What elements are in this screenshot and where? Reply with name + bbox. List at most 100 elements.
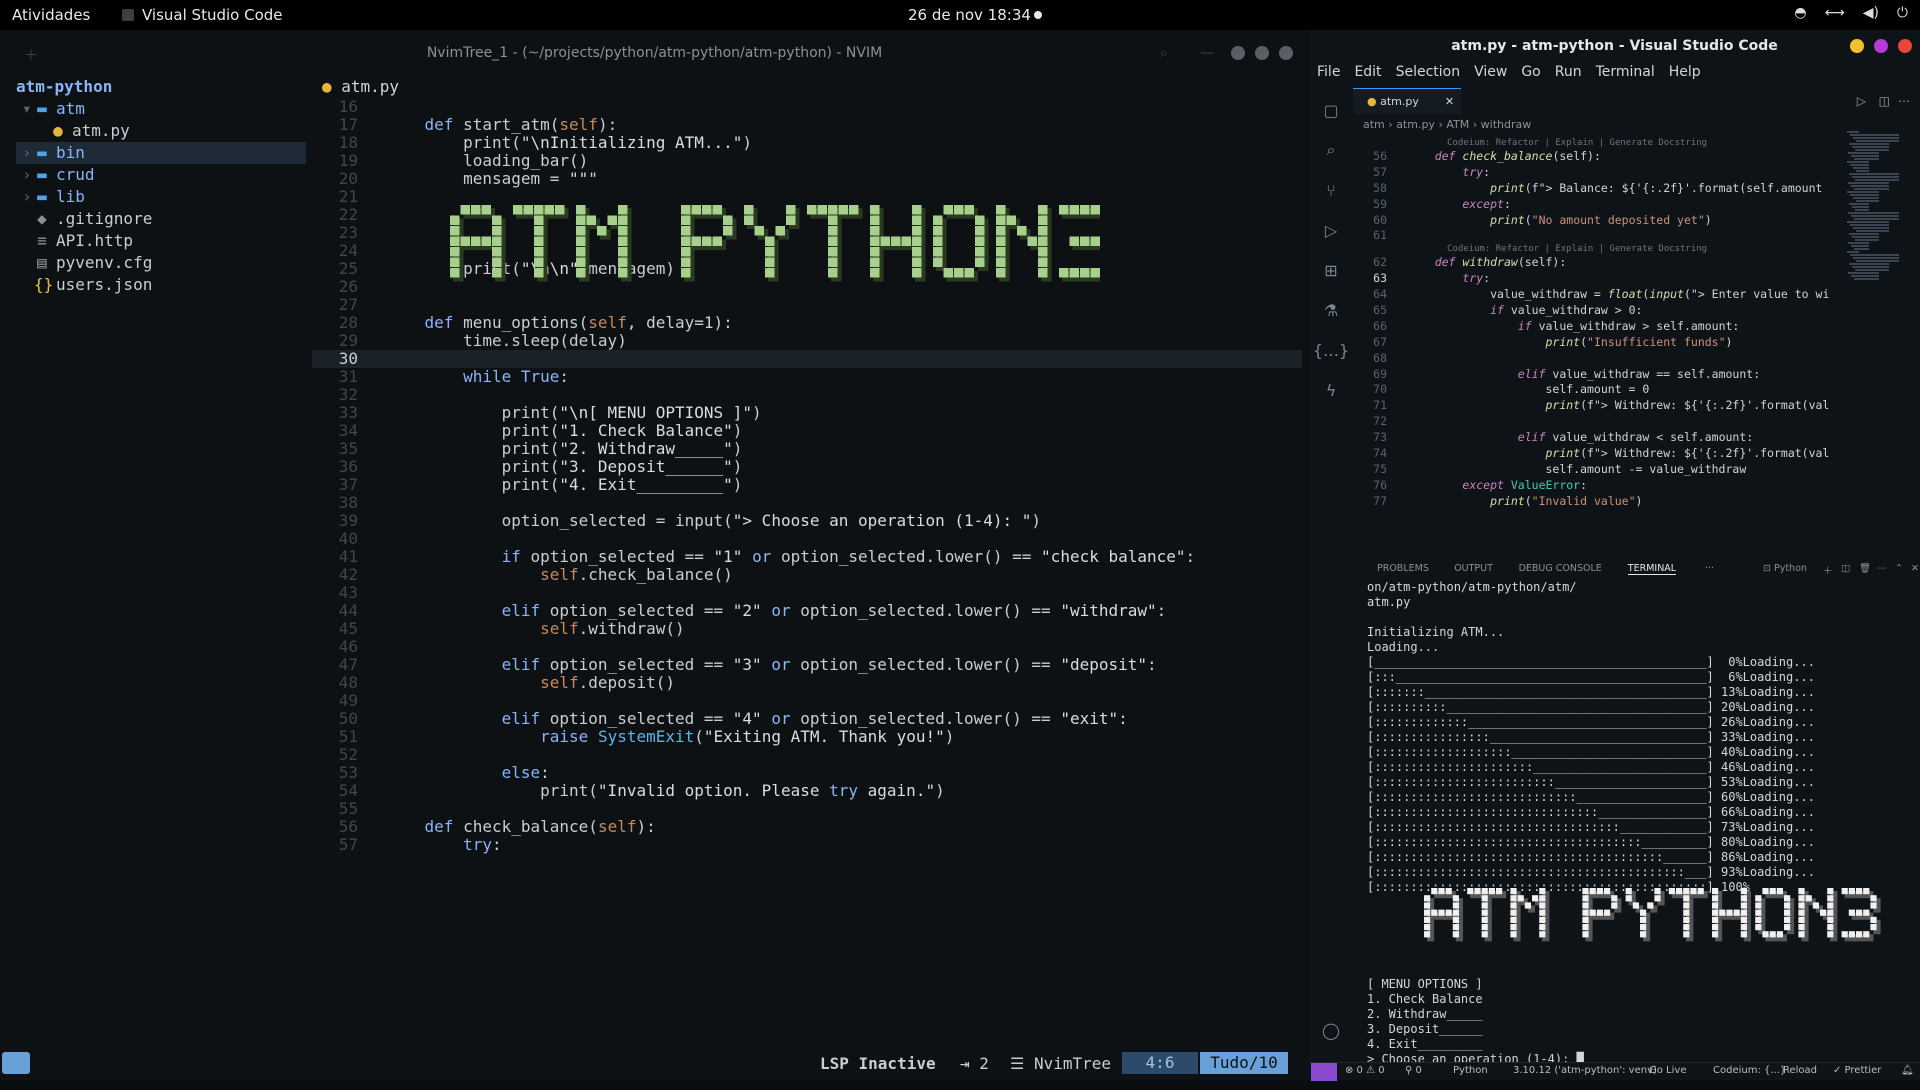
code-line[interactable]: 29 time.sleep(delay) [312, 332, 1302, 350]
code-line[interactable]: 32 [312, 386, 1302, 404]
split-terminal-icon[interactable]: ◫ [1841, 563, 1850, 574]
panel-tab[interactable]: TERMINAL [1627, 563, 1677, 575]
kill-terminal-icon[interactable]: 🗑︎ [1859, 563, 1871, 574]
close-button[interactable] [1279, 46, 1293, 60]
code-line[interactable]: 77 print("Invalid value") [1353, 494, 1873, 510]
tree-item[interactable]: ▾ ▬ atm [16, 98, 306, 120]
search-icon[interactable]: ⌕ [1160, 45, 1168, 61]
code-line[interactable]: 62 def withdraw(self): [1353, 255, 1873, 271]
code-line[interactable]: 58 print(f"> Balance: ${'{:.2f}'.format(… [1353, 181, 1873, 197]
code-line[interactable]: 27 [312, 296, 1302, 314]
code-line[interactable]: 52 [312, 746, 1302, 764]
remote-indicator[interactable] [1311, 1063, 1337, 1081]
code-line[interactable]: 55 [312, 800, 1302, 818]
menu-file[interactable]: File [1317, 64, 1340, 80]
code-line[interactable]: 57 try: [1353, 165, 1873, 181]
terminal-profile[interactable]: ⊡ Python [1763, 563, 1807, 574]
code-line[interactable]: 35 print("2. Withdraw_____") [312, 440, 1302, 458]
code-line[interactable]: 33 print("\n[ MENU OPTIONS ]") [312, 404, 1302, 422]
language-mode[interactable]: Python [1453, 1065, 1488, 1076]
code-line[interactable]: 41 if option_selected == "1" or option_s… [312, 548, 1302, 566]
discord-icon[interactable]: ◓ [1794, 5, 1806, 21]
codeium-status[interactable]: Codeium: {...} [1713, 1065, 1786, 1076]
code-line[interactable]: 50 elif option_selected == "4" or option… [312, 710, 1302, 728]
panel-tab[interactable]: PROBLEMS [1377, 563, 1429, 574]
code-line[interactable]: 44 elif option_selected == "2" or option… [312, 602, 1302, 620]
close-button[interactable] [1898, 39, 1912, 53]
close-tab-icon[interactable]: ✕ [1445, 95, 1454, 108]
tab-atm-py[interactable]: ● atm.py ✕ [1353, 88, 1461, 114]
code-line[interactable]: 28 def menu_options(self, delay=1): [312, 314, 1302, 332]
code-line[interactable]: 67 print("Insufficient funds") [1353, 335, 1873, 351]
tree-item[interactable]: › ▬ lib [16, 186, 306, 208]
python-interpreter[interactable]: 3.10.12 ('atm-python': venv) [1513, 1065, 1657, 1076]
volume-icon[interactable]: ◀) [1863, 5, 1879, 21]
code-line[interactable]: 72 [1353, 414, 1873, 430]
tree-item[interactable]: › ▬ bin [16, 142, 306, 164]
power-icon[interactable]: ⏻ [1897, 5, 1908, 21]
codeium-codelens[interactable]: Codeium: Refactor | Explain | Generate D… [1353, 244, 1873, 255]
new-terminal-icon[interactable]: ＋ [1823, 563, 1833, 577]
tree-item[interactable]: ◆ .gitignore [16, 208, 306, 230]
breadcrumb-item[interactable]: atm [1363, 118, 1385, 131]
code-line[interactable]: 64 value_withdraw = float(input("> Enter… [1353, 287, 1873, 303]
tree-item[interactable]: ▤ pyvenv.cfg [16, 252, 306, 274]
panel-tab[interactable]: ··· [1705, 563, 1714, 574]
tree-item[interactable]: ≡ API.http [16, 230, 306, 252]
menu-run[interactable]: Run [1555, 64, 1582, 80]
terminal-output[interactable]: on/atm-python/atm-python/atm/atm.py Initi… [1367, 580, 1907, 1067]
breadcrumb-item[interactable]: ATM [1446, 118, 1469, 131]
thunder-client-icon[interactable]: ϟ [1309, 370, 1353, 410]
code-line[interactable]: 65 if value_withdraw > 0: [1353, 303, 1873, 319]
code-line[interactable]: 49 [312, 692, 1302, 710]
code-line[interactable]: 37 print("4. Exit_________") [312, 476, 1302, 494]
panel-tab[interactable]: DEBUG CONSOLE [1519, 563, 1602, 574]
minimize-button[interactable] [1231, 46, 1245, 60]
prettier-status[interactable]: ✓ Prettier [1833, 1065, 1881, 1076]
reload-button[interactable]: Reload [1783, 1065, 1817, 1076]
maximize-button[interactable] [1255, 46, 1269, 60]
code-line[interactable]: 48 self.deposit() [312, 674, 1302, 692]
code-line[interactable]: 66 if value_withdraw > self.amount: [1353, 319, 1873, 335]
code-line[interactable]: 36 print("3. Deposit______") [312, 458, 1302, 476]
breadcrumb[interactable]: atm › atm.py › ATM › withdraw [1363, 118, 1531, 131]
code-line[interactable]: 73 elif value_withdraw < self.amount: [1353, 430, 1873, 446]
code-line[interactable]: 39 option_selected = input("> Choose an … [312, 512, 1302, 530]
run-icon[interactable]: ▷ [1857, 94, 1866, 108]
code-line[interactable]: 63 try: [1353, 271, 1873, 287]
code-line[interactable]: 70 self.amount = 0 [1353, 382, 1873, 398]
menu-icon[interactable]: — [1200, 45, 1214, 61]
code-line[interactable]: 42 self.check_balance() [312, 566, 1302, 584]
menu-selection[interactable]: Selection [1396, 64, 1461, 80]
split-editor-icon[interactable]: ◫ [1879, 94, 1890, 108]
menu-help[interactable]: Help [1669, 64, 1701, 80]
tree-item[interactable]: {} users.json [16, 274, 306, 296]
more-actions-icon[interactable]: ⋯ [1898, 94, 1910, 108]
menu-terminal[interactable]: Terminal [1596, 64, 1655, 80]
code-line[interactable]: 31 while True: [312, 368, 1302, 386]
problems-count[interactable]: ⊗ 0 ⚠ 0 [1345, 1065, 1385, 1076]
code-line[interactable]: 17 def start_atm(self): [312, 116, 1302, 134]
network-icon[interactable]: ⟷ [1825, 5, 1845, 21]
code-line[interactable]: 76 except ValueError: [1353, 478, 1873, 494]
code-line[interactable]: 34 print("1. Check Balance") [312, 422, 1302, 440]
ports-count[interactable]: ⚲ 0 [1405, 1065, 1422, 1076]
code-line[interactable]: 60 print("No amount deposited yet") [1353, 213, 1873, 229]
search-icon[interactable]: ⌕ [1309, 130, 1353, 170]
maximize-button[interactable] [1874, 39, 1888, 53]
menu-view[interactable]: View [1474, 64, 1507, 80]
code-line[interactable]: 51 raise SystemExit("Exiting ATM. Thank … [312, 728, 1302, 746]
minimap[interactable] [1847, 130, 1907, 360]
code-line[interactable]: 16 [312, 98, 1302, 116]
maximize-panel-icon[interactable]: ⌃ [1895, 563, 1903, 574]
codeium-codelens[interactable]: Codeium: Refactor | Explain | Generate D… [1353, 138, 1873, 149]
code-line[interactable]: 47 elif option_selected == "3" or option… [312, 656, 1302, 674]
code-line[interactable]: 21 [312, 188, 1302, 206]
menu-go[interactable]: Go [1521, 64, 1540, 80]
code-line[interactable]: 20 mensagem = """ [312, 170, 1302, 188]
notifications-bell-icon[interactable]: 🔔︎ [1901, 1065, 1914, 1076]
code-line[interactable]: 40 [312, 530, 1302, 548]
panel-tab[interactable]: OUTPUT [1454, 563, 1493, 574]
code-line[interactable]: 75 self.amount -= value_withdraw [1353, 462, 1873, 478]
menu-edit[interactable]: Edit [1354, 64, 1381, 80]
